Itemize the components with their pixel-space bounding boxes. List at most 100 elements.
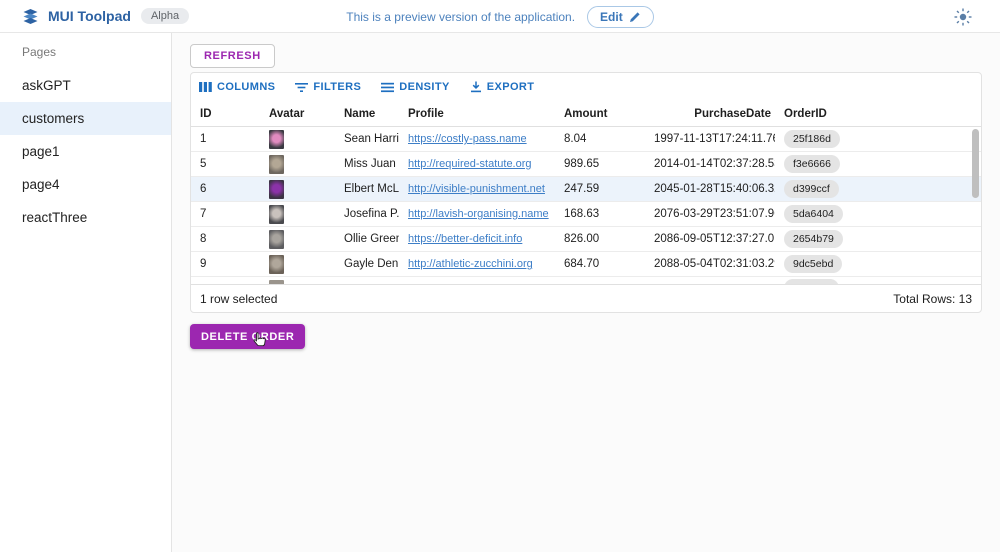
column-header-profile[interactable]: Profile <box>399 108 555 120</box>
cell-profile: https://costly-pass.name <box>399 133 555 145</box>
cell-avatar <box>260 205 335 224</box>
sidebar-nav: askGPTcustomerspage1page4reactThree <box>0 69 171 234</box>
cell-profile: https://better-deficit.info <box>399 233 555 245</box>
avatar <box>269 280 284 285</box>
cell-profile: http://lavish-organising.name <box>399 208 555 220</box>
columns-button-label: COLUMNS <box>217 81 275 93</box>
export-button-label: EXPORT <box>487 81 535 93</box>
cell-orderid: f3e6666 <box>775 155 981 173</box>
toolpad-logo-icon <box>22 9 39 24</box>
cell-amount: 168.63 <box>555 208 645 220</box>
cell-avatar <box>260 230 335 249</box>
preview-banner-text: This is a preview version of the applica… <box>346 10 575 24</box>
table-row[interactable]: 5 Miss Juan ... http://required-statute.… <box>191 152 981 177</box>
cell-profile: http://visible-punishment.net <box>399 183 555 195</box>
sidebar-item-customers[interactable]: customers <box>0 102 171 135</box>
table-row[interactable]: 9 Gayle Den... http://athletic-zucchini.… <box>191 252 981 277</box>
pencil-icon <box>629 11 641 23</box>
cell-avatar <box>260 180 335 199</box>
scrollbar-thumb[interactable] <box>972 129 979 198</box>
cell-name: Gayle Den... <box>335 258 399 270</box>
theme-toggle-sun-icon[interactable] <box>954 8 972 26</box>
cell-name: Josefina P... <box>335 208 399 220</box>
cell-orderid: 2654b79 <box>775 230 981 248</box>
selected-rows-status: 1 row selected <box>200 292 277 306</box>
table-row[interactable]: 6 Elbert McL... http://visible-punishmen… <box>191 177 981 202</box>
export-button[interactable]: EXPORT <box>470 81 535 93</box>
avatar <box>269 155 284 174</box>
profile-link[interactable]: http://required-statute.org <box>408 158 532 170</box>
brand-group: MUI Toolpad Alpha <box>0 8 189 24</box>
cell-amount: 684.70 <box>555 258 645 270</box>
cell-purchasedate: 2014-01-14T02:37:28.536Z <box>645 158 775 170</box>
sidebar-section-label: Pages <box>22 45 171 59</box>
orderid-chip <box>784 279 839 285</box>
sidebar: Pages askGPTcustomerspage1page4reactThre… <box>0 33 172 552</box>
orderid-chip: 25f186d <box>784 130 840 148</box>
cell-orderid: 25f186d <box>775 130 981 148</box>
cell-purchasedate: 2088-05-04T02:31:03.294Z <box>645 258 775 270</box>
refresh-button[interactable]: REFRESH <box>190 44 275 68</box>
column-header-avatar[interactable]: Avatar <box>260 108 335 120</box>
app-title: MUI Toolpad <box>48 8 131 24</box>
table-row[interactable]: 8 Ollie Green... https://better-deficit.… <box>191 227 981 252</box>
cell-amount: 8.04 <box>555 133 645 145</box>
filters-button-label: FILTERS <box>313 81 361 93</box>
sidebar-item-askGPT[interactable]: askGPT <box>0 69 171 102</box>
profile-link[interactable]: https://better-deficit.info <box>408 233 522 245</box>
edit-button-label: Edit <box>600 10 623 24</box>
view-columns-icon <box>199 81 212 93</box>
orderid-chip: 9dc5ebd <box>784 255 842 273</box>
cell-orderid <box>775 279 981 285</box>
sidebar-item-page1[interactable]: page1 <box>0 135 171 168</box>
columns-button[interactable]: COLUMNS <box>199 81 275 93</box>
cell-amount: 989.65 <box>555 158 645 170</box>
sidebar-item-reactThree[interactable]: reactThree <box>0 201 171 234</box>
cell-orderid: 9dc5ebd <box>775 255 981 273</box>
cell-name: Sean Harris <box>335 133 399 145</box>
cell-id: 5 <box>191 158 260 170</box>
profile-link[interactable]: http://visible-punishment.net <box>408 183 545 195</box>
cell-avatar <box>260 255 335 274</box>
edit-button[interactable]: Edit <box>587 6 654 28</box>
cell-amount: 826.00 <box>555 233 645 245</box>
density-button[interactable]: DENSITY <box>381 81 449 93</box>
column-header-name[interactable]: Name <box>335 108 399 120</box>
delete-order-button[interactable]: DELETE ORDER <box>190 324 305 349</box>
cell-purchasedate: 2076-03-29T23:51:07.968Z <box>645 208 775 220</box>
column-header-purchasedate[interactable]: PurchaseDate <box>645 108 775 120</box>
column-header-amount[interactable]: Amount <box>555 108 645 120</box>
orderid-chip: f3e6666 <box>784 155 840 173</box>
cell-amount: 247.59 <box>555 183 645 195</box>
cell-purchasedate: 2045-01-28T15:40:06.325Z <box>645 183 775 195</box>
alpha-badge: Alpha <box>141 8 189 24</box>
orderid-chip: 2654b79 <box>784 230 843 248</box>
cell-purchasedate: 1997-11-13T17:24:11.769Z <box>645 133 775 145</box>
grid-header-row: ID Avatar Name Profile Amount PurchaseDa… <box>191 101 981 127</box>
avatar <box>269 205 284 224</box>
table-row[interactable]: 1 Sean Harris https://costly-pass.name 8… <box>191 127 981 152</box>
profile-link[interactable]: https://costly-pass.name <box>408 133 527 145</box>
table-row-partial[interactable] <box>191 277 981 284</box>
cell-avatar <box>260 155 335 174</box>
column-header-orderid[interactable]: OrderID <box>775 108 981 120</box>
cell-avatar <box>260 130 335 149</box>
grid-toolbar: COLUMNS FILTERS DENSITY EXPORT <box>191 73 981 101</box>
data-grid: COLUMNS FILTERS DENSITY EXPORT <box>190 72 982 313</box>
download-icon <box>470 81 482 93</box>
cell-id: 1 <box>191 133 260 145</box>
avatar <box>269 230 284 249</box>
cell-name: Elbert McL... <box>335 183 399 195</box>
filters-button[interactable]: FILTERS <box>295 81 361 93</box>
table-row[interactable]: 7 Josefina P... http://lavish-organising… <box>191 202 981 227</box>
cell-id: 8 <box>191 233 260 245</box>
profile-link[interactable]: http://lavish-organising.name <box>408 208 549 220</box>
cell-name: Ollie Green... <box>335 233 399 245</box>
orderid-chip: 5da6404 <box>784 205 843 223</box>
profile-link[interactable]: http://athletic-zucchini.org <box>408 258 533 270</box>
grid-footer: 1 row selected Total Rows: 13 <box>191 284 981 313</box>
density-lines-icon <box>381 82 394 93</box>
column-header-id[interactable]: ID <box>191 108 260 120</box>
cell-orderid: d399ccf <box>775 180 981 198</box>
sidebar-item-page4[interactable]: page4 <box>0 168 171 201</box>
